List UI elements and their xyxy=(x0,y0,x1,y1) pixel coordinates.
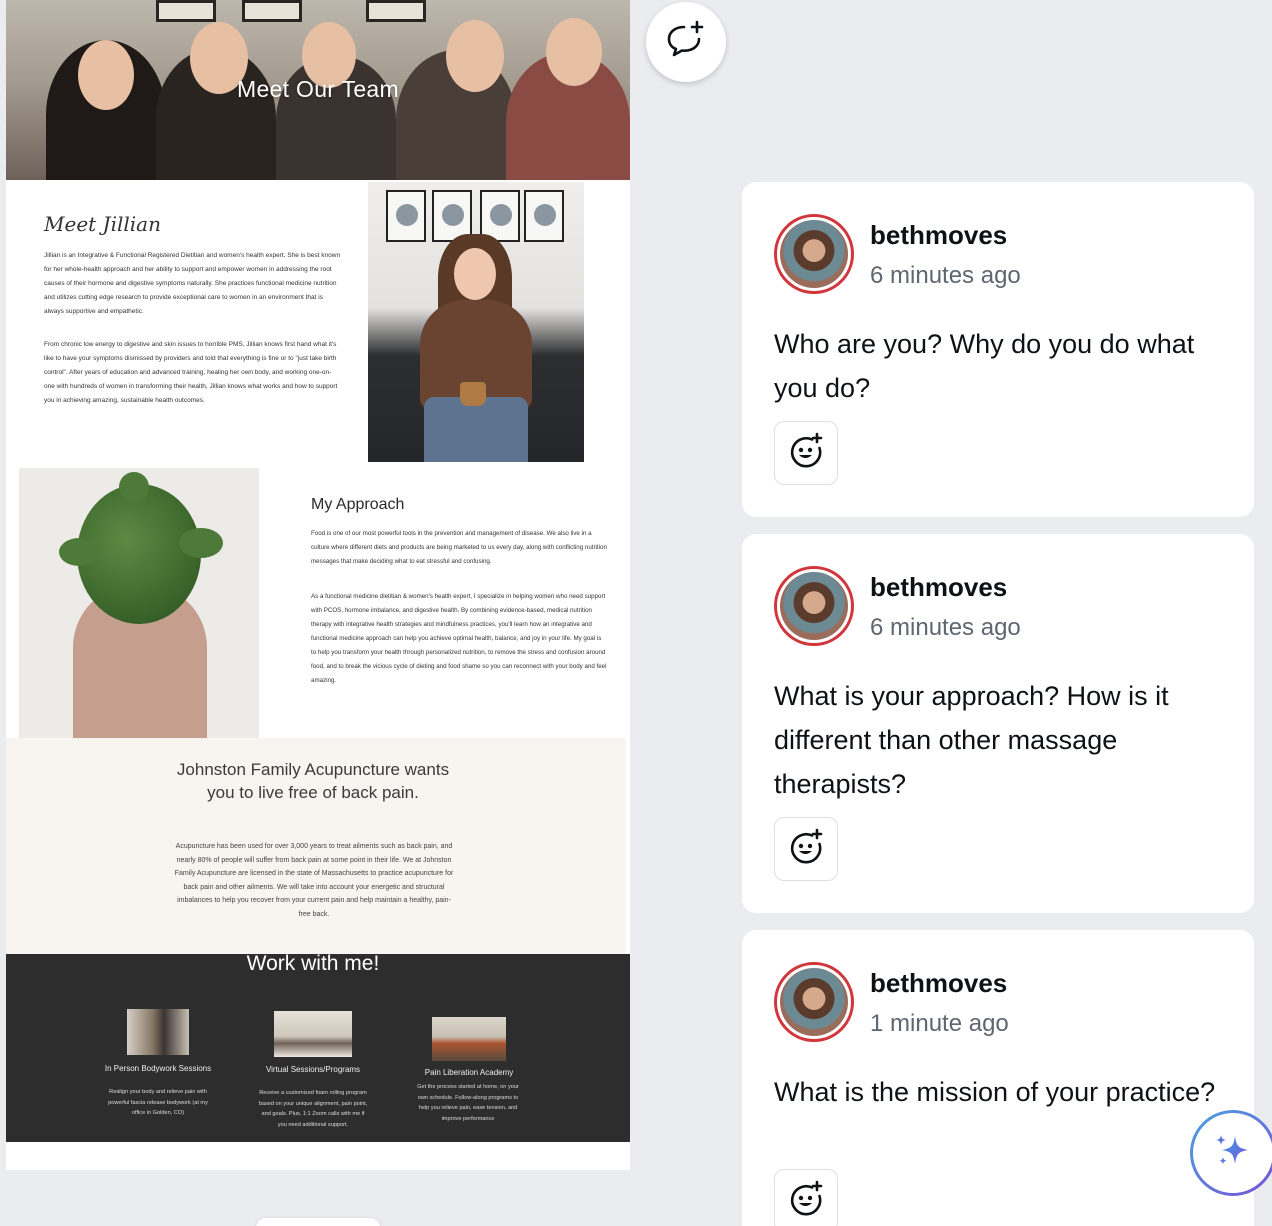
acupuncture-title: Johnston Family Acupuncture wants you to… xyxy=(176,760,450,802)
add-reaction-button[interactable] xyxy=(774,1169,838,1226)
service-desc-bodywork: Realign your body and relieve pain with … xyxy=(108,1089,208,1116)
comment-card[interactable]: bethmoves 6 minutes ago Who are you? Why… xyxy=(742,182,1254,517)
approach-heading: My Approach xyxy=(311,496,405,513)
magic-assistant-button[interactable] xyxy=(1190,1110,1272,1196)
add-comment-button[interactable] xyxy=(646,2,726,82)
add-reaction-icon xyxy=(786,431,826,475)
comment-time: 6 minutes ago xyxy=(870,262,1021,289)
comment-username[interactable]: bethmoves xyxy=(870,572,1007,603)
comment-username[interactable]: bethmoves xyxy=(870,220,1007,251)
comment-text: What is the mission of your practice? xyxy=(774,1077,1216,1107)
sparkle-icon xyxy=(1210,1128,1256,1178)
comment-card[interactable]: bethmoves 1 minute ago What is the missi… xyxy=(742,930,1254,1226)
service-desc-academy: Get the process started at home, on your… xyxy=(417,1084,519,1122)
wall-frame xyxy=(366,0,426,22)
meet-heading: Meet Jillian xyxy=(44,212,161,236)
service-title-virtual: Virtual Sessions/Programs xyxy=(265,1065,361,1074)
service-desc-virtual: Receive a customized foam rolling progra… xyxy=(258,1090,368,1128)
service-title-bodywork: In Person Bodywork Sessions xyxy=(104,1064,212,1073)
add-reaction-button[interactable] xyxy=(774,817,838,881)
work-title: Work with me! xyxy=(246,952,380,975)
hero-team-photo: Meet Our Team xyxy=(6,0,630,180)
service-image-academy xyxy=(432,1017,506,1061)
acupuncture-text: Acupuncture has been used for over 3,000… xyxy=(174,843,454,918)
add-reaction-icon xyxy=(786,1179,826,1223)
avatar[interactable] xyxy=(774,962,854,1042)
approach-paragraph-2: As a functional medicine dietitian & wom… xyxy=(311,593,607,684)
comment-card[interactable]: bethmoves 6 minutes ago What is your app… xyxy=(742,534,1254,913)
wall-frame xyxy=(242,0,302,22)
approach-paragraph-1: Food is one of our most powerful tools i… xyxy=(311,530,607,565)
greens-photo xyxy=(19,468,259,738)
add-comment-icon xyxy=(664,18,708,66)
comment-time: 1 minute ago xyxy=(870,1010,1009,1037)
design-page[interactable]: Meet Our Team Meet Jillian Jillian is an… xyxy=(6,0,630,1170)
avatar[interactable] xyxy=(774,566,854,646)
add-reaction-icon xyxy=(786,827,826,871)
jillian-photo xyxy=(368,182,584,462)
service-image-bodywork xyxy=(127,1009,189,1055)
add-reaction-button[interactable] xyxy=(774,421,838,485)
comment-username[interactable]: bethmoves xyxy=(870,968,1007,999)
service-image-virtual xyxy=(274,1011,352,1057)
avatar[interactable] xyxy=(774,214,854,294)
page-control-pill[interactable] xyxy=(256,1218,380,1226)
service-title-academy: Pain Liberation Academy xyxy=(424,1068,514,1077)
comment-text: What is your approach? How is it differe… xyxy=(774,681,1169,799)
bio-paragraph-1: Jillian is an Integrative & Functional R… xyxy=(44,252,341,315)
bio-paragraph-2: From chronic low energy to digestive and… xyxy=(44,341,338,404)
comment-time: 6 minutes ago xyxy=(870,614,1021,641)
hero-title: Meet Our Team xyxy=(237,76,399,102)
wall-frame xyxy=(156,0,216,22)
comment-text: Who are you? Why do you do what you do? xyxy=(774,329,1195,403)
